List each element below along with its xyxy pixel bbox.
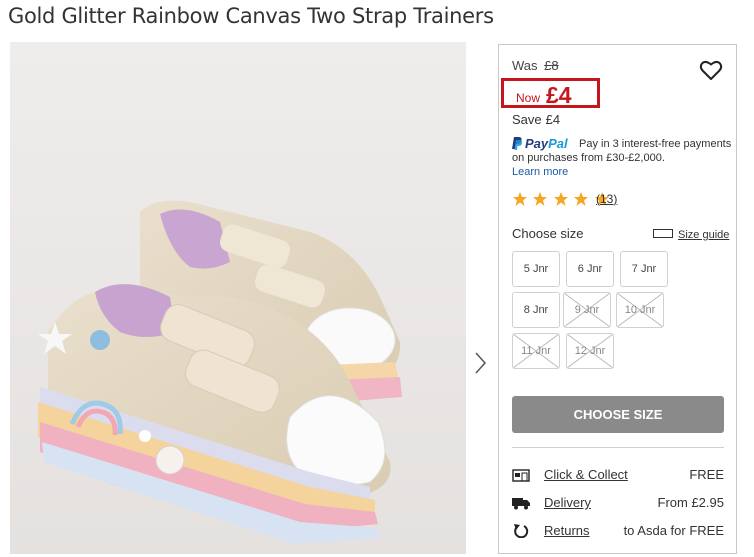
paypal-text-line1: Pay in 3 interest-free payments <box>579 138 732 150</box>
click-collect-value: FREE <box>689 467 724 482</box>
click-collect-link[interactable]: Click & Collect <box>544 467 628 482</box>
size-option[interactable]: 5 Jnr <box>512 251 560 287</box>
returns-value: to Asda for FREE <box>623 523 724 538</box>
next-image-button[interactable] <box>470 350 490 376</box>
was-price: Was £8 <box>512 58 559 73</box>
purchase-panel: Was £8 Now £4 Save £4 PayPal Pay in 3 int… <box>498 44 737 554</box>
paypal-icon <box>512 137 522 150</box>
star-icon <box>553 192 568 206</box>
size-label: 11 Jnr <box>521 345 551 357</box>
size-label: 9 Jnr <box>574 304 600 316</box>
was-label: Was <box>512 58 538 73</box>
heart-icon <box>699 61 723 80</box>
save-amount-row: Save £4 <box>512 112 560 127</box>
product-title: Gold Glitter Rainbow Canvas Two Strap Tr… <box>8 4 494 28</box>
star-icon <box>574 192 589 206</box>
size-option-unavailable[interactable]: 12 Jnr <box>566 333 614 369</box>
divider <box>512 447 724 448</box>
delivery-value: From £2.95 <box>657 495 724 510</box>
now-amount: £4 <box>546 82 572 108</box>
delivery-link[interactable]: Delivery <box>544 495 591 510</box>
returns-icon <box>514 524 529 538</box>
paypal-logo: PayPal <box>512 136 568 151</box>
paypal-brand-pal: Pal <box>548 136 568 151</box>
now-price-highlight: Now £4 <box>501 78 600 108</box>
returns-row: Returns to Asda for FREE <box>512 523 724 541</box>
review-count: 13 <box>600 192 614 206</box>
star-icon <box>533 192 548 206</box>
was-amount: £8 <box>544 58 559 73</box>
now-label: Now <box>516 91 541 105</box>
product-image <box>10 42 466 554</box>
review-count-link[interactable]: (13) <box>596 192 617 206</box>
size-label: 8 Jnr <box>523 304 549 316</box>
choose-size-button[interactable]: CHOOSE SIZE <box>512 396 724 433</box>
paypal-learn-more-link[interactable]: Learn more <box>512 166 568 178</box>
wishlist-button[interactable] <box>699 59 723 81</box>
returns-link[interactable]: Returns <box>544 523 590 538</box>
size-option[interactable]: 8 Jnr <box>512 292 560 328</box>
click-collect-row: Click & Collect FREE <box>512 467 724 485</box>
save-label: Save <box>512 112 542 127</box>
chevron-right-icon <box>475 352 487 374</box>
delivery-row: Delivery From £2.95 <box>512 495 724 513</box>
size-label: 6 Jnr <box>577 263 603 275</box>
size-option-unavailable[interactable]: 10 Jnr <box>616 292 664 328</box>
ruler-icon <box>653 229 673 238</box>
paypal-text-line2: on purchases from £30-£2,000. <box>512 152 665 164</box>
size-heading: Choose size <box>512 226 584 241</box>
star-icon <box>513 192 527 206</box>
store-icon <box>512 469 530 482</box>
size-label: 5 Jnr <box>523 263 549 275</box>
size-option-unavailable[interactable]: 9 Jnr <box>563 292 611 328</box>
paypal-brand-pay: Pay <box>525 136 549 151</box>
size-option[interactable]: 7 Jnr <box>620 251 668 287</box>
truck-icon <box>512 498 530 510</box>
size-label: 7 Jnr <box>631 263 657 275</box>
save-amount: £4 <box>545 112 561 127</box>
size-label: 12 Jnr <box>574 345 606 357</box>
size-label: 10 Jnr <box>624 304 656 316</box>
size-guide-link[interactable]: Size guide <box>653 229 729 241</box>
size-option-unavailable[interactable]: 11 Jnr <box>512 333 560 369</box>
size-guide-label: Size guide <box>678 229 730 241</box>
size-option[interactable]: 6 Jnr <box>566 251 614 287</box>
